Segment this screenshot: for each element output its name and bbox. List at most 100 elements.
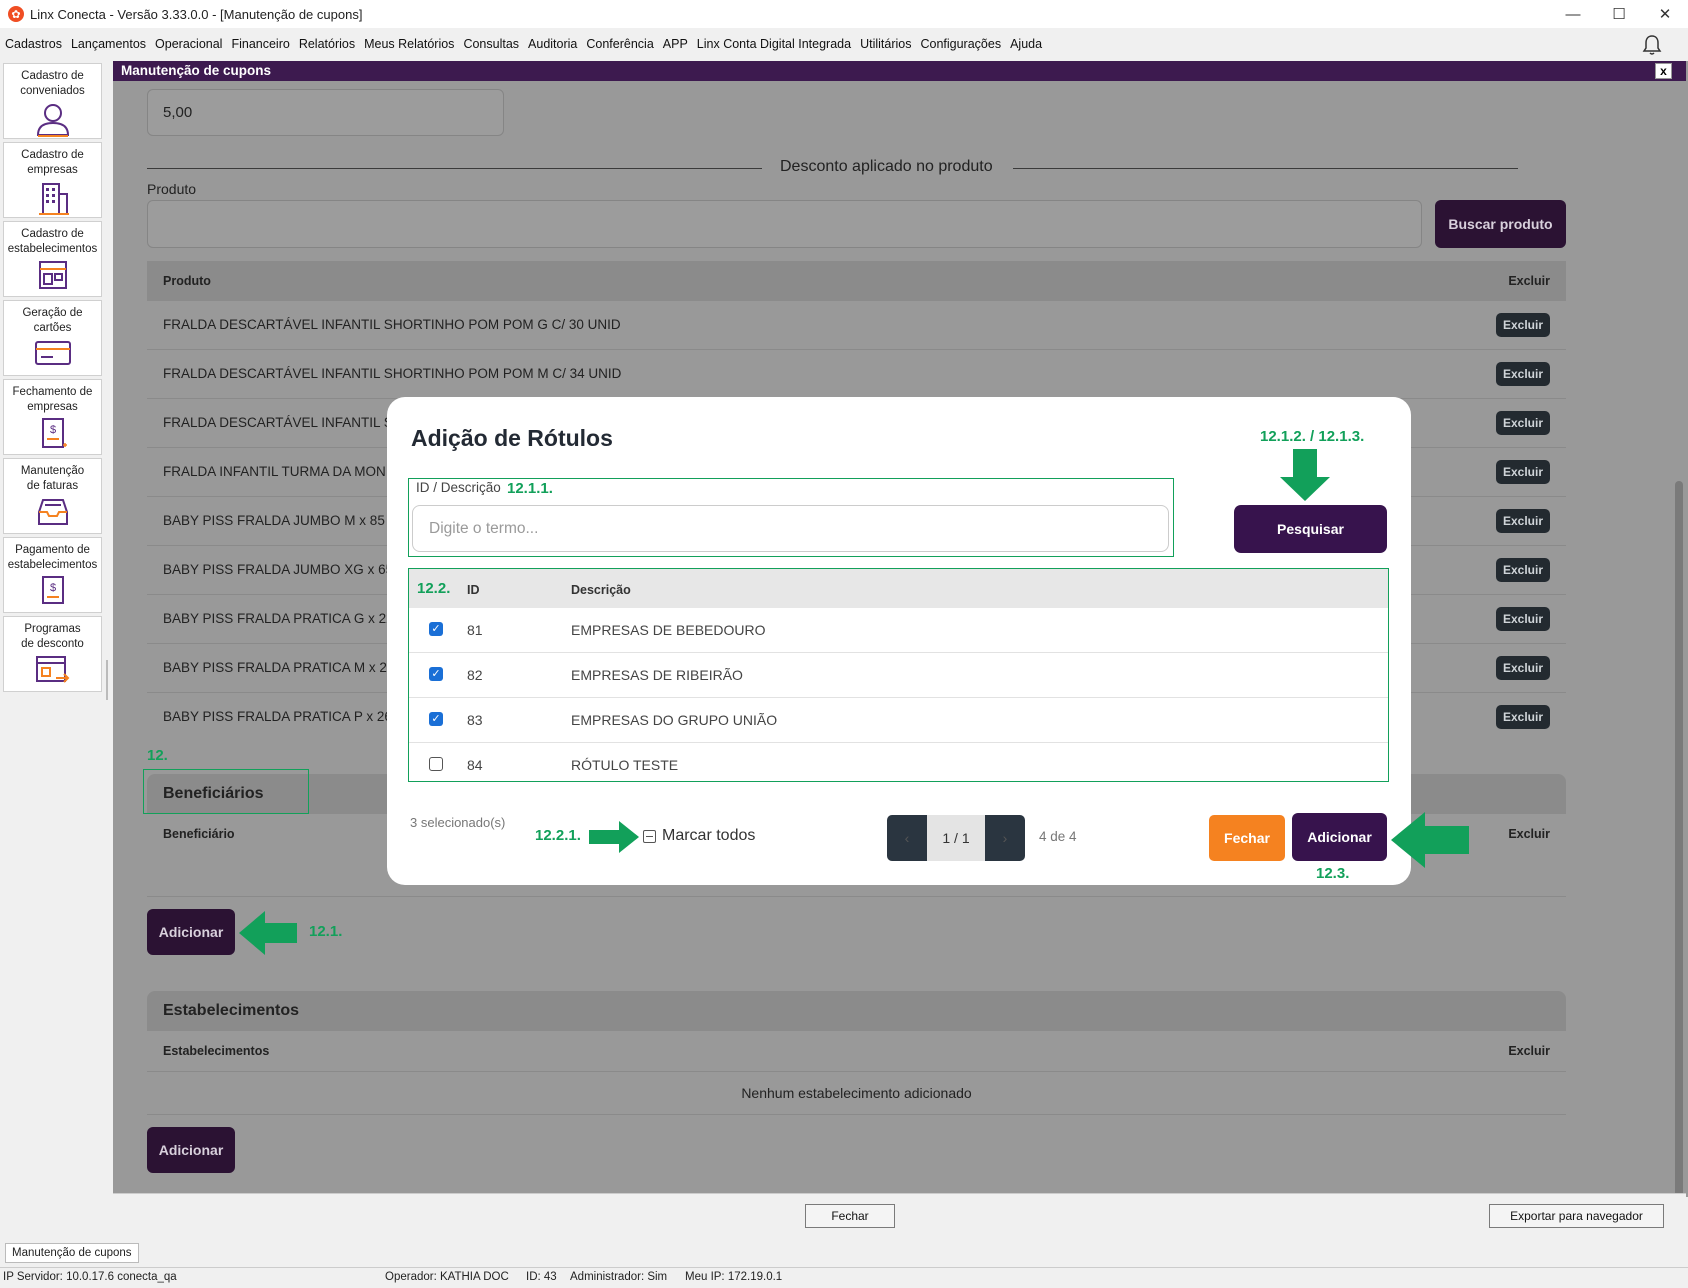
panel-close-button[interactable]: x bbox=[1655, 63, 1672, 79]
menu-bar: Cadastros Lançamentos Operacional Financ… bbox=[0, 31, 1688, 57]
col-id: ID bbox=[467, 583, 480, 597]
minimize-button[interactable]: — bbox=[1550, 0, 1596, 28]
maximize-button[interactable]: ☐ bbox=[1596, 0, 1642, 28]
excluir-button[interactable]: Excluir bbox=[1496, 656, 1550, 680]
sidebar-item-geracao-cartoes[interactable]: Geração de cartões bbox=[3, 300, 102, 376]
window-title: Linx Conecta - Versão 3.33.0.0 - [Manute… bbox=[30, 6, 363, 22]
sidebar-item-cadastro-empresas[interactable]: Cadastro de empresas bbox=[3, 142, 102, 218]
rotulos-table-header: 12.2. ID Descrição bbox=[409, 569, 1388, 608]
payment-icon: $ bbox=[41, 576, 64, 604]
marcar-todos-toggle[interactable]: Marcar todos bbox=[643, 827, 755, 845]
table-row: FRALDA DESCARTÁVEL INFANTIL SHORTINHO PO… bbox=[147, 350, 1566, 399]
tab-manutencao-cupons[interactable]: Manutenção de cupons bbox=[5, 1243, 139, 1263]
add-beneficiario-button[interactable]: Adicionar bbox=[147, 909, 235, 955]
search-input-label: ID / Descrição bbox=[416, 480, 501, 495]
svg-text:$: $ bbox=[49, 424, 55, 436]
arrow-right-icon bbox=[589, 821, 639, 853]
row-checkbox-unchecked[interactable] bbox=[429, 757, 443, 771]
excluir-button[interactable]: Excluir bbox=[1496, 509, 1550, 533]
menu-financeiro[interactable]: Financeiro bbox=[231, 37, 289, 51]
status-admin: Administrador: Sim bbox=[570, 1271, 668, 1283]
rotulos-table: 12.2. ID Descrição ✓ 81 EMPRESAS DE BEBE… bbox=[408, 568, 1389, 782]
menu-utilitarios[interactable]: Utilitários bbox=[860, 37, 911, 51]
table-row[interactable]: 84 RÓTULO TESTE bbox=[409, 743, 1388, 781]
table-row[interactable]: ✓ 81 EMPRESAS DE BEBEDOURO bbox=[409, 608, 1388, 653]
pager-next-button[interactable]: › bbox=[985, 815, 1025, 861]
excluir-button[interactable]: Excluir bbox=[1496, 313, 1550, 337]
menu-cadastros[interactable]: Cadastros bbox=[5, 37, 62, 51]
sidebar-item-fechamento-empresas[interactable]: Fechamento de empresas $ bbox=[3, 379, 102, 455]
produto-name: FRALDA DESCARTÁVEL INFANTIL SHO bbox=[163, 415, 414, 430]
row-checkbox-checked[interactable]: ✓ bbox=[429, 622, 443, 636]
scrollbar-thumb[interactable] bbox=[1675, 481, 1683, 1193]
modal-fechar-button[interactable]: Fechar bbox=[1209, 815, 1285, 861]
sidebar-item-label: Fechamento de empresas bbox=[12, 386, 93, 413]
exportar-navegador-button[interactable]: Exportar para navegador bbox=[1489, 1204, 1664, 1228]
menu-meus-relatorios[interactable]: Meus Relatórios bbox=[364, 37, 454, 51]
menu-operacional[interactable]: Operacional bbox=[155, 37, 222, 51]
selected-count: 3 selecionado(s) bbox=[410, 815, 506, 830]
menu-auditoria[interactable]: Auditoria bbox=[528, 37, 577, 51]
buscar-produto-button[interactable]: Buscar produto bbox=[1435, 200, 1566, 248]
menu-linx-conta-digital[interactable]: Linx Conta Digital Integrada bbox=[697, 37, 851, 51]
row-descricao: EMPRESAS DE BEBEDOURO bbox=[571, 622, 766, 638]
sidebar-item-manutencao-faturas[interactable]: Manutenção de faturas bbox=[3, 458, 102, 534]
sidebar-item-cadastro-conveniados[interactable]: Cadastro de conveniados bbox=[3, 63, 102, 139]
pager-prev-button[interactable]: ‹ bbox=[887, 815, 927, 861]
excluir-button[interactable]: Excluir bbox=[1496, 705, 1550, 729]
col-excluir: Excluir bbox=[1508, 1044, 1550, 1058]
sidebar-item-label: Geração de cartões bbox=[22, 307, 83, 334]
sidebar-splitter[interactable] bbox=[106, 660, 108, 700]
add-estabelecimento-button[interactable]: Adicionar bbox=[147, 1127, 235, 1173]
table-row[interactable]: ✓ 83 EMPRESAS DO GRUPO UNIÃO bbox=[409, 698, 1388, 743]
modal-adicionar-button[interactable]: Adicionar bbox=[1292, 813, 1387, 861]
status-ip: Meu IP: 172.19.0.1 bbox=[685, 1271, 783, 1283]
row-checkbox-checked[interactable]: ✓ bbox=[429, 712, 443, 726]
excluir-button[interactable]: Excluir bbox=[1496, 607, 1550, 631]
status-id: ID: 43 bbox=[526, 1271, 557, 1283]
excluir-button[interactable]: Excluir bbox=[1496, 411, 1550, 435]
sidebar-item-label: Cadastro de empresas bbox=[21, 149, 84, 176]
pesquisar-button[interactable]: Pesquisar bbox=[1234, 505, 1387, 553]
pagination: ‹ 1 / 1 › bbox=[887, 815, 1025, 861]
excluir-button[interactable]: Excluir bbox=[1496, 558, 1550, 582]
estabelecimentos-title: Estabelecimentos bbox=[163, 1002, 300, 1019]
menu-configuracoes[interactable]: Configurações bbox=[920, 37, 1001, 51]
menu-conferencia[interactable]: Conferência bbox=[586, 37, 653, 51]
produto-name: BABY PISS FRALDA PRATICA M x 24 bbox=[163, 660, 395, 675]
sidebar-item-label: Manutenção de faturas bbox=[20, 465, 85, 492]
excluir-button[interactable]: Excluir bbox=[1496, 362, 1550, 386]
fechar-button[interactable]: Fechar bbox=[805, 1204, 895, 1228]
store-icon bbox=[38, 261, 67, 289]
produtos-table-header: Produto Excluir bbox=[147, 261, 1566, 301]
row-id: 83 bbox=[467, 712, 483, 728]
annotation-12-1: 12.1. bbox=[309, 923, 343, 940]
bell-icon[interactable] bbox=[1642, 34, 1662, 61]
col-beneficiario: Beneficiário bbox=[163, 827, 235, 841]
row-checkbox-checked[interactable]: ✓ bbox=[429, 667, 443, 681]
title-bar: ✿ Linx Conecta - Versão 3.33.0.0 - [Manu… bbox=[0, 0, 1688, 28]
annotation-12-2-1: 12.2.1. bbox=[535, 827, 581, 844]
menu-app[interactable]: APP bbox=[663, 37, 688, 51]
search-input[interactable]: Digite o termo... bbox=[412, 505, 1169, 552]
menu-ajuda[interactable]: Ajuda bbox=[1010, 37, 1042, 51]
excluir-button[interactable]: Excluir bbox=[1496, 460, 1550, 484]
arrow-down-icon bbox=[1280, 449, 1330, 501]
row-id: 82 bbox=[467, 667, 483, 683]
empty-message: Nenhum estabelecimento adicionado bbox=[741, 1085, 972, 1101]
produto-input[interactable] bbox=[147, 200, 1422, 248]
menu-relatorios[interactable]: Relatórios bbox=[299, 37, 355, 51]
card-icon bbox=[34, 341, 71, 365]
discount-value-input[interactable]: 5,00 bbox=[147, 89, 504, 136]
modal-title: Adição de Rótulos bbox=[411, 425, 613, 451]
sidebar-item-cadastro-estabelecimentos[interactable]: Cadastro de estabelecimentos bbox=[3, 221, 102, 297]
sidebar-item-pagamento-estabelecimentos[interactable]: Pagamento de estabelecimentos $ bbox=[3, 537, 102, 613]
sidebar-item-programas-desconto[interactable]: Programas de desconto bbox=[3, 616, 102, 692]
menu-consultas[interactable]: Consultas bbox=[463, 37, 519, 51]
marcar-todos-checkbox[interactable] bbox=[643, 829, 656, 843]
menu-lancamentos[interactable]: Lançamentos bbox=[71, 37, 146, 51]
row-id: 84 bbox=[467, 757, 483, 773]
table-row[interactable]: ✓ 82 EMPRESAS DE RIBEIRÃO bbox=[409, 653, 1388, 698]
svg-text:$: $ bbox=[49, 582, 55, 594]
close-window-button[interactable]: ✕ bbox=[1642, 0, 1688, 28]
